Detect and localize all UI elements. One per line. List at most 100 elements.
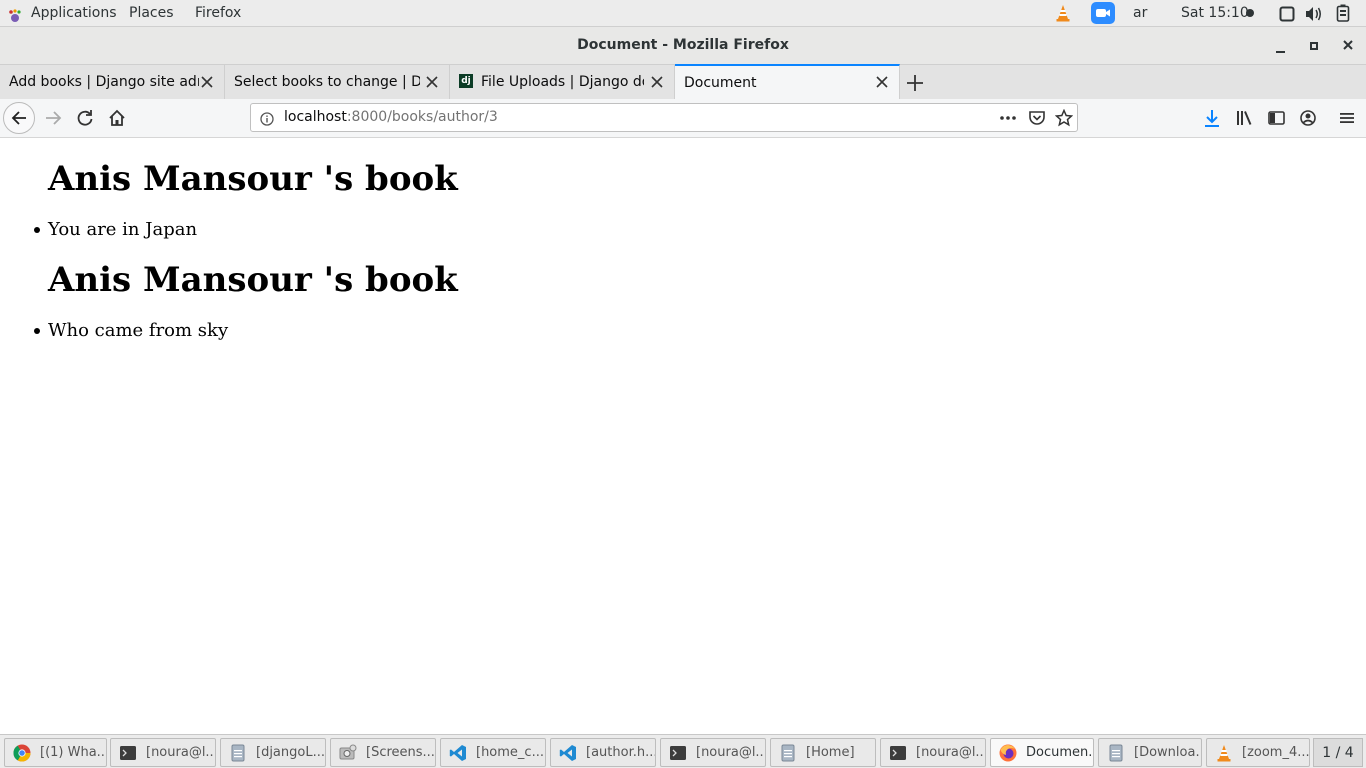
taskbar-label: [djangoL... — [256, 745, 325, 760]
taskbar-label: [noura@l... — [146, 745, 216, 760]
workspace-indicator[interactable]: 1 / 4 — [1313, 738, 1363, 767]
page-content: Anis Mansour 's book You are in Japan An… — [0, 139, 1366, 734]
file-icon — [229, 744, 247, 762]
close-window-button[interactable] — [1334, 27, 1362, 64]
taskbar-item-chrome[interactable]: [(1) Wha... — [4, 738, 107, 767]
volume-icon[interactable] — [1305, 5, 1323, 21]
list-item: Who came from sky — [48, 320, 229, 341]
taskbar-label: [(1) Wha... — [40, 745, 107, 760]
taskbar-item-files[interactable]: [djangoL... — [220, 738, 326, 767]
taskbar-item-terminal[interactable]: [noura@l... — [110, 738, 216, 767]
screenshot-icon — [339, 744, 357, 762]
back-button[interactable] — [3, 102, 35, 134]
tab-close-icon[interactable] — [648, 73, 666, 91]
taskbar-label: [Downloa... — [1134, 745, 1202, 760]
downloads-button[interactable] — [1196, 102, 1228, 134]
download-arrow-icon — [1196, 110, 1228, 138]
reload-button[interactable] — [69, 102, 101, 134]
tab-title: File Uploads | Django documentation — [481, 74, 644, 90]
screen-icon[interactable] — [1279, 5, 1295, 22]
keyboard-layout-indicator[interactable]: ar — [1133, 0, 1147, 26]
page-actions-icon[interactable] — [999, 110, 1017, 126]
window-titlebar: Document - Mozilla Firefox — [0, 27, 1366, 64]
firefox-icon — [999, 744, 1017, 762]
taskbar-label: [Screens... — [366, 745, 435, 760]
book-heading: Anis Mansour 's book — [48, 260, 458, 300]
navigation-toolbar: localhost:8000/books/author/3 — [0, 99, 1366, 138]
taskbar-label: [Home] — [806, 745, 855, 760]
vlc-cone-icon — [1215, 744, 1233, 762]
terminal-icon — [889, 744, 907, 762]
taskbar-item-files[interactable]: [Downloa... — [1098, 738, 1202, 767]
forward-button[interactable] — [38, 102, 70, 134]
taskbar-item-vscode[interactable]: [home_c... — [440, 738, 546, 767]
taskbar-item-vscode[interactable]: [author.h... — [550, 738, 656, 767]
window-title: Document - Mozilla Firefox — [577, 37, 789, 53]
minimize-button[interactable] — [1266, 27, 1294, 64]
home-icon — [101, 109, 133, 138]
tab-strip: Add books | Django site admin Select boo… — [0, 64, 1366, 100]
url-path: :8000/books/author/3 — [346, 109, 498, 125]
places-menu[interactable]: Places — [129, 0, 174, 26]
list-bullet — [34, 328, 40, 334]
taskbar-item-terminal[interactable]: [noura@l... — [660, 738, 766, 767]
taskbar-label: Documen... — [1026, 745, 1094, 760]
chrome-icon — [13, 744, 31, 762]
taskbar-item-vlc[interactable]: [zoom_4... — [1206, 738, 1310, 767]
firefox-app-menu[interactable]: Firefox — [195, 0, 241, 26]
close-icon — [1343, 37, 1353, 53]
maximize-icon — [1310, 42, 1318, 50]
home-button[interactable] — [101, 102, 133, 134]
terminal-icon — [669, 744, 687, 762]
taskbar-item-firefox[interactable]: Documen... — [990, 738, 1094, 767]
url-host: localhost — [284, 109, 347, 125]
sidebar-icon — [1260, 111, 1292, 138]
vscode-icon — [559, 744, 577, 762]
library-button[interactable] — [1228, 102, 1260, 134]
pocket-icon[interactable] — [1028, 110, 1046, 126]
terminal-icon — [119, 744, 137, 762]
tab-document[interactable]: Document — [675, 64, 900, 100]
tab-close-icon[interactable] — [423, 73, 441, 91]
menu-button[interactable] — [1331, 102, 1363, 134]
applications-menu[interactable]: Applications — [6, 0, 117, 26]
book-heading: Anis Mansour 's book — [48, 159, 458, 199]
taskbar-item-terminal[interactable]: [noura@l... — [880, 738, 986, 767]
taskbar-item-files[interactable]: [Home] — [770, 738, 876, 767]
tab-select-books[interactable]: Select books to change | Django site adm… — [225, 65, 450, 100]
sidebar-button[interactable] — [1260, 102, 1292, 134]
taskbar-label: [zoom_4... — [1242, 745, 1310, 760]
tab-add-books[interactable]: Add books | Django site admin — [0, 65, 225, 100]
zoom-camera-icon[interactable] — [1091, 2, 1115, 24]
account-button[interactable] — [1292, 102, 1324, 134]
vlc-cone-icon[interactable] — [1055, 4, 1071, 22]
tab-close-icon[interactable] — [873, 73, 891, 91]
vscode-icon — [449, 744, 467, 762]
notification-dot-icon — [1246, 9, 1254, 17]
battery-icon[interactable] — [1336, 4, 1350, 22]
taskbar-label: [author.h... — [586, 745, 656, 760]
account-icon — [1292, 110, 1324, 138]
new-tab-button[interactable] — [904, 72, 926, 94]
minimize-icon — [1275, 51, 1285, 53]
reload-icon — [69, 110, 101, 138]
hamburger-menu-icon — [1331, 113, 1363, 138]
tab-close-icon[interactable] — [198, 73, 216, 91]
gnome-top-bar: Applications Places Firefox ar Sat 15:10 — [0, 0, 1366, 27]
url-text[interactable]: localhost:8000/books/author/3 — [284, 104, 498, 131]
url-bar[interactable]: localhost:8000/books/author/3 — [250, 103, 1078, 132]
bookmark-star-icon[interactable] — [1054, 108, 1074, 127]
maximize-button[interactable] — [1300, 27, 1328, 64]
arrow-left-icon — [4, 111, 34, 137]
taskbar-item-screenshot[interactable]: [Screens... — [330, 738, 436, 767]
list-bullet — [34, 227, 40, 233]
clock[interactable]: Sat 15:10 — [1181, 0, 1249, 26]
tab-title: Select books to change | Django site adm… — [234, 74, 420, 90]
django-favicon-icon: dj — [459, 74, 473, 88]
taskbar-label: [noura@l... — [696, 745, 766, 760]
tab-file-uploads[interactable]: dj File Uploads | Django documentation — [450, 65, 675, 100]
taskbar-label: [noura@l... — [916, 745, 986, 760]
library-icon — [1228, 111, 1260, 138]
info-icon[interactable] — [260, 111, 274, 126]
file-icon — [1107, 744, 1125, 762]
